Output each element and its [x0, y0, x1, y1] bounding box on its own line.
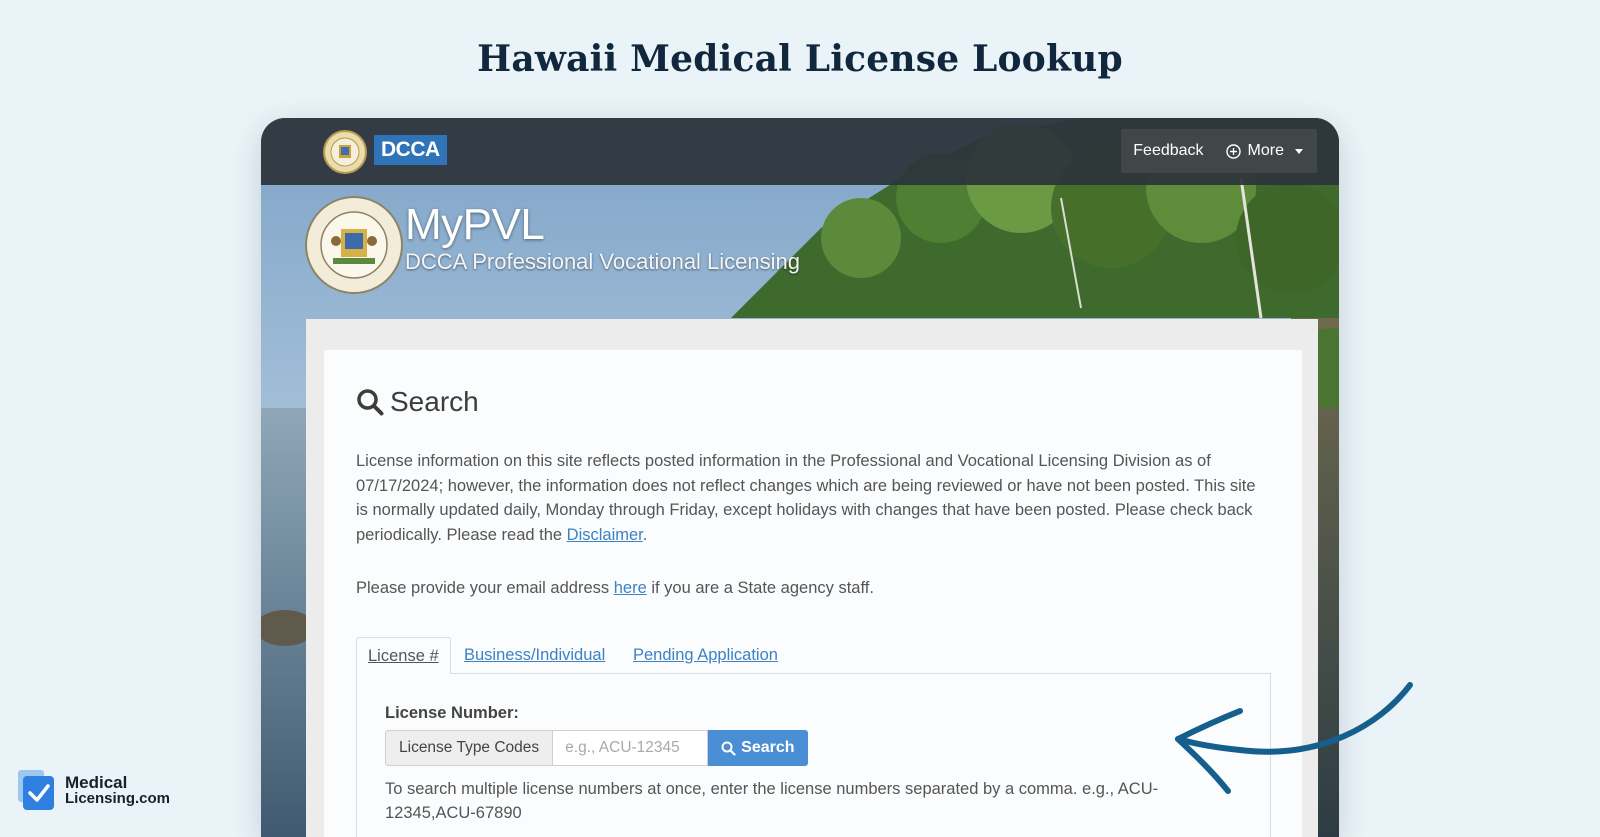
- search-title-text: Search: [390, 386, 479, 417]
- search-panel: Search License information on this site …: [324, 350, 1302, 837]
- intro-text: License information on this site reflect…: [356, 452, 1256, 544]
- email-here-link[interactable]: here: [614, 579, 647, 597]
- disclaimer-link[interactable]: Disclaimer: [567, 526, 643, 544]
- logo-line-2: Licensing.com: [65, 790, 171, 807]
- tab-business-individual[interactable]: Business/Individual: [464, 637, 605, 672]
- logo-line-1: Medical: [65, 773, 128, 792]
- search-button-label: Search: [741, 739, 795, 756]
- magnifier-icon: [357, 389, 384, 416]
- checkmark-document-icon: [18, 770, 54, 810]
- pointer-arrow-icon: [1175, 682, 1413, 794]
- email-text-end: if you are a State agency staff.: [646, 579, 874, 597]
- logo-wordmark: Medical Licensing.com: [65, 773, 171, 807]
- tab-pending-application[interactable]: Pending Application: [633, 637, 778, 672]
- email-notice: Please provide your email address here i…: [356, 579, 874, 598]
- intro-end: .: [642, 525, 648, 544]
- email-text: Please provide your email address: [356, 579, 614, 597]
- license-number-label: License Number:: [385, 704, 519, 722]
- help-text: To search multiple license numbers at on…: [385, 780, 1159, 822]
- search-icon: [721, 741, 736, 756]
- medicallicensing-logo: Medical Licensing.com: [18, 770, 170, 812]
- license-tab-content: License Number: License Type Codes Searc…: [356, 673, 1271, 837]
- license-type-codes-button[interactable]: License Type Codes: [385, 730, 554, 766]
- license-input-group: License Type Codes Search: [385, 730, 808, 766]
- info-paragraph: License information on this site reflect…: [356, 449, 1266, 547]
- search-button[interactable]: Search: [708, 730, 808, 766]
- search-tabs: License # Business/Individual Pending Ap…: [356, 637, 1270, 674]
- license-number-input[interactable]: [553, 730, 709, 766]
- page-title: Hawaii Medical License Lookup: [477, 38, 1123, 80]
- search-heading: Search: [356, 386, 479, 418]
- tab-license-number[interactable]: License #: [356, 637, 451, 674]
